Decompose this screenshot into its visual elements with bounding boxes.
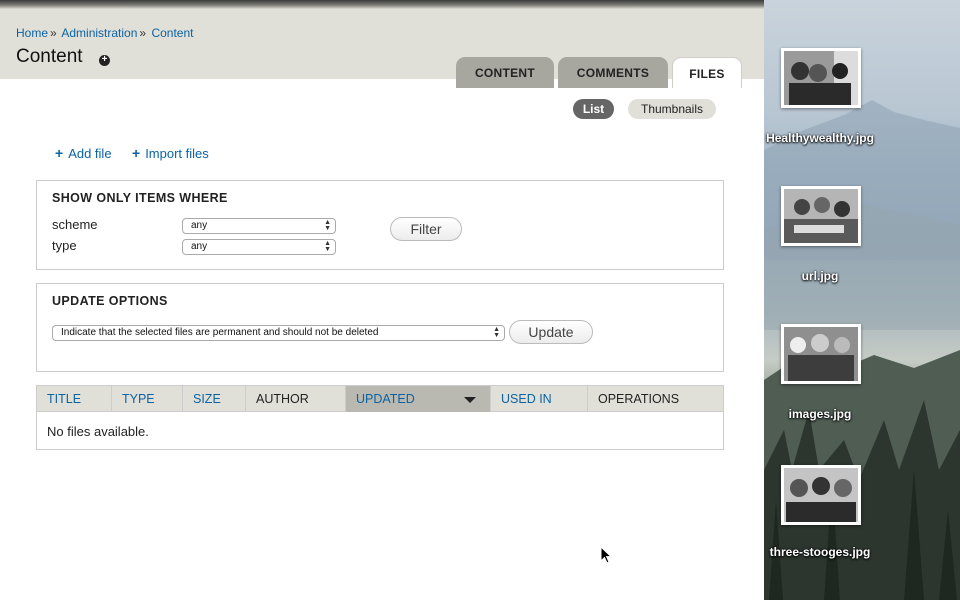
- filter-button[interactable]: Filter: [390, 217, 462, 241]
- type-select[interactable]: any ▲ ▼: [182, 239, 336, 255]
- view-list-button[interactable]: List: [573, 99, 614, 119]
- breadcrumb-separator: »: [139, 26, 147, 40]
- column-size[interactable]: SIZE: [182, 386, 245, 412]
- view-thumbnails-button[interactable]: Thumbnails: [628, 99, 716, 119]
- breadcrumb: Home» Administration» Content: [16, 26, 193, 40]
- plus-icon: +: [55, 145, 64, 161]
- photo-thumbnail-icon: [784, 468, 858, 522]
- operation-select[interactable]: Indicate that the selected files are per…: [52, 325, 505, 341]
- operation-select-value: Indicate that the selected files are per…: [61, 327, 379, 338]
- page-title: Content: [16, 46, 83, 67]
- breadcrumb-administration[interactable]: Administration: [61, 26, 137, 40]
- mouse-cursor-icon: [600, 546, 613, 564]
- desktop-file-name[interactable]: url.jpg: [764, 268, 876, 284]
- desktop-file-icon[interactable]: [781, 465, 861, 525]
- desktop-file-name[interactable]: Healthywealthy.jpg: [764, 130, 876, 146]
- tab-content[interactable]: CONTENT: [456, 57, 554, 88]
- type-label: type: [52, 238, 77, 253]
- desktop-file-icon[interactable]: [781, 324, 861, 384]
- select-arrows-icon: ▲ ▼: [324, 219, 331, 232]
- photo-thumbnail-icon: [784, 189, 858, 243]
- import-files-link[interactable]: + Import files: [132, 145, 209, 161]
- column-type[interactable]: TYPE: [111, 386, 182, 412]
- page-header: Home» Administration» Content Content + …: [0, 9, 764, 88]
- breadcrumb-content[interactable]: Content: [151, 26, 193, 40]
- add-shortcut-icon[interactable]: +: [99, 55, 110, 66]
- scheme-select-value: any: [191, 220, 208, 231]
- empty-table-message: No files available.: [47, 424, 149, 439]
- desktop-file-name[interactable]: images.jpg: [764, 406, 876, 422]
- scheme-label: scheme: [52, 217, 98, 232]
- add-file-label: Add file: [68, 146, 112, 161]
- tab-comments[interactable]: COMMENTS: [558, 57, 668, 88]
- filter-fieldset: SHOW ONLY ITEMS WHERE scheme type any ▲ ▼…: [36, 180, 724, 270]
- select-arrows-icon: ▲ ▼: [324, 240, 331, 253]
- desktop-file-name[interactable]: three-stooges.jpg: [764, 544, 876, 560]
- type-select-value: any: [191, 241, 208, 252]
- import-files-label: Import files: [145, 146, 209, 161]
- update-options-fieldset: UPDATE OPTIONS Indicate that the selecte…: [36, 283, 724, 372]
- toolbar-strip: [0, 0, 764, 9]
- update-button[interactable]: Update: [509, 320, 593, 344]
- column-updated[interactable]: UPDATED: [345, 386, 490, 412]
- photo-thumbnail-icon: [784, 51, 858, 105]
- column-author: AUTHOR: [245, 386, 345, 412]
- breadcrumb-home[interactable]: Home: [16, 26, 48, 40]
- update-legend: UPDATE OPTIONS: [52, 294, 168, 308]
- tab-files[interactable]: FILES: [672, 57, 742, 88]
- breadcrumb-separator: »: [50, 26, 57, 40]
- photo-thumbnail-icon: [784, 327, 858, 381]
- sort-descending-icon: [464, 397, 476, 403]
- select-arrows-icon: ▲ ▼: [493, 326, 500, 339]
- add-file-link[interactable]: + Add file: [55, 145, 112, 161]
- table-header: TITLE TYPE SIZE AUTHOR UPDATED USED IN O…: [37, 386, 723, 412]
- desktop: Healthywealthy.jpg url.jpg images.jpg th…: [764, 0, 960, 600]
- plus-icon: +: [132, 145, 141, 161]
- column-updated-label: UPDATED: [356, 392, 415, 406]
- column-used-in[interactable]: USED IN: [490, 386, 587, 412]
- files-table: TITLE TYPE SIZE AUTHOR UPDATED USED IN O…: [36, 385, 724, 450]
- column-title[interactable]: TITLE: [37, 386, 111, 412]
- desktop-file-icon[interactable]: [781, 186, 861, 246]
- scheme-select[interactable]: any ▲ ▼: [182, 218, 336, 234]
- admin-window: Home» Administration» Content Content + …: [0, 0, 764, 600]
- filter-legend: SHOW ONLY ITEMS WHERE: [52, 191, 228, 205]
- desktop-file-icon[interactable]: [781, 48, 861, 108]
- column-operations: OPERATIONS: [587, 386, 723, 412]
